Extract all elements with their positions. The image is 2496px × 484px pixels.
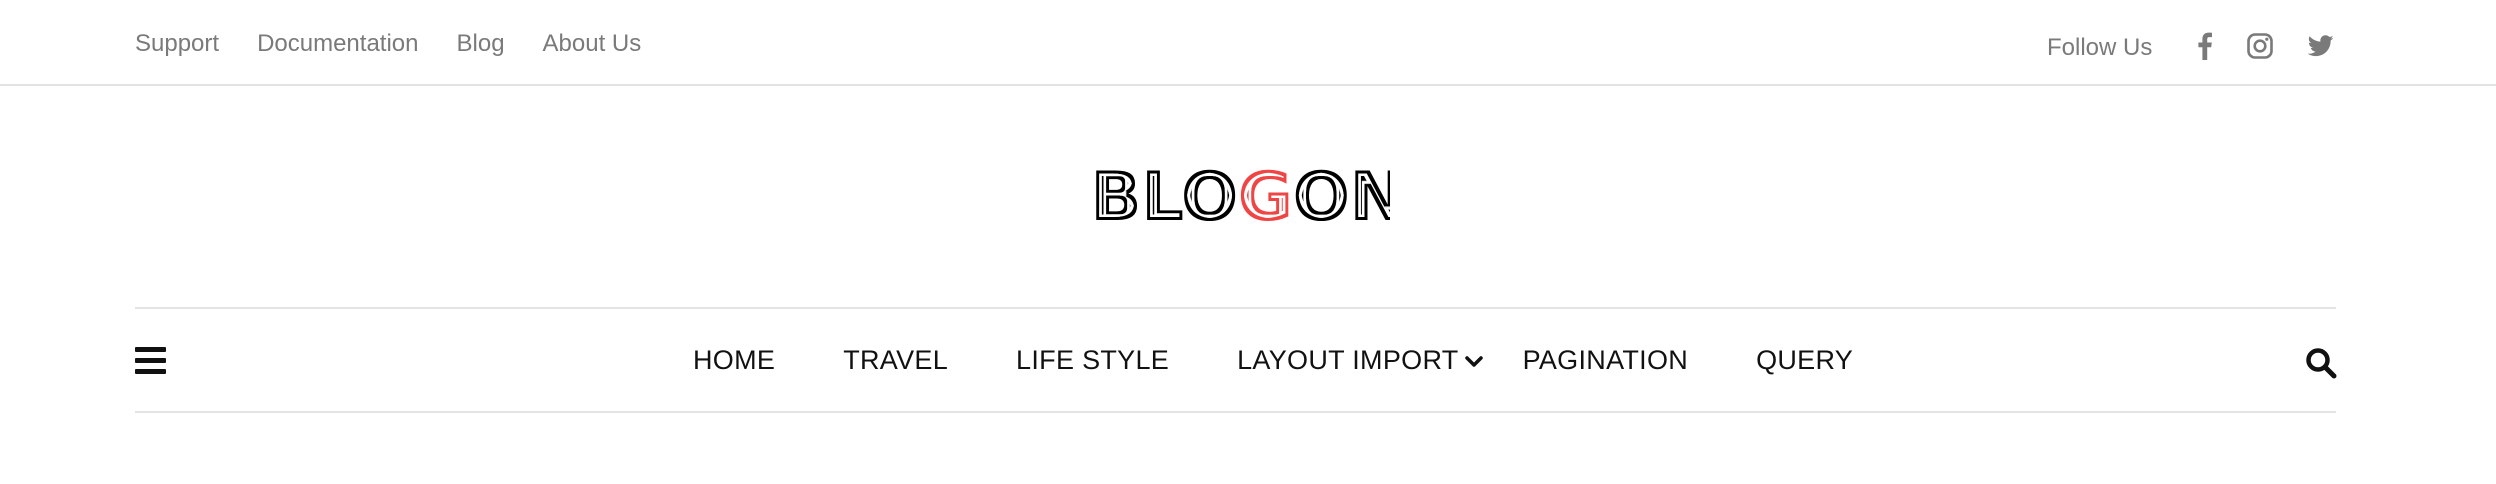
search-icon[interactable] xyxy=(2305,347,2337,379)
logo-graphic: BLOGON xyxy=(1090,158,1406,237)
nav-item-pagination[interactable]: PAGINATION xyxy=(1523,345,1689,376)
nav-item-label: TRAVEL xyxy=(843,344,949,375)
main-navigation: HOME TRAVEL LIFE STYLE LAYOUT IMPORT PAG… xyxy=(135,307,2337,413)
nav-item-query[interactable]: QUERY xyxy=(1756,345,1853,376)
nav-item-life-style[interactable]: LIFE STYLE xyxy=(1016,345,1169,376)
top-bar: Support Documentation Blog About Us Foll… xyxy=(0,0,2496,86)
svg-text:BLOGON: BLOGON xyxy=(1090,160,1390,230)
nav-item-label: LIFE STYLE xyxy=(1016,344,1170,375)
logo-accent-letter: G xyxy=(1238,160,1293,230)
nav-item-label: QUERY xyxy=(1756,344,1854,375)
nav-item-label: HOME xyxy=(693,344,776,375)
follow-us-label: Follow Us xyxy=(2047,34,2153,61)
chevron-down-icon xyxy=(1464,345,1483,376)
top-links: Support Documentation Blog About Us xyxy=(135,28,641,60)
top-link-documentation[interactable]: Documentation xyxy=(257,28,418,60)
site-logo[interactable]: BLOGON xyxy=(1090,158,1406,237)
top-link-about-us[interactable]: About Us xyxy=(543,28,642,60)
nav-item-layout-import[interactable]: LAYOUT IMPORT xyxy=(1237,344,1483,376)
top-link-support[interactable]: Support xyxy=(135,28,219,60)
nav-item-travel[interactable]: TRAVEL xyxy=(843,345,948,376)
top-link-blog[interactable]: Blog xyxy=(457,28,505,60)
nav-item-label: PAGINATION xyxy=(1522,344,1689,375)
logo-part-2: ON xyxy=(1292,160,1390,230)
instagram-icon[interactable] xyxy=(2244,30,2276,62)
nav-menu: HOME TRAVEL LIFE STYLE LAYOUT IMPORT PAG… xyxy=(693,309,1853,411)
facebook-icon[interactable] xyxy=(2189,30,2221,62)
twitter-icon[interactable] xyxy=(2305,30,2337,62)
logo-part-1: BLO xyxy=(1090,160,1238,230)
nav-item-home[interactable]: HOME xyxy=(693,345,775,376)
nav-item-label: LAYOUT IMPORT xyxy=(1237,344,1459,375)
hamburger-menu-icon[interactable] xyxy=(135,347,167,375)
